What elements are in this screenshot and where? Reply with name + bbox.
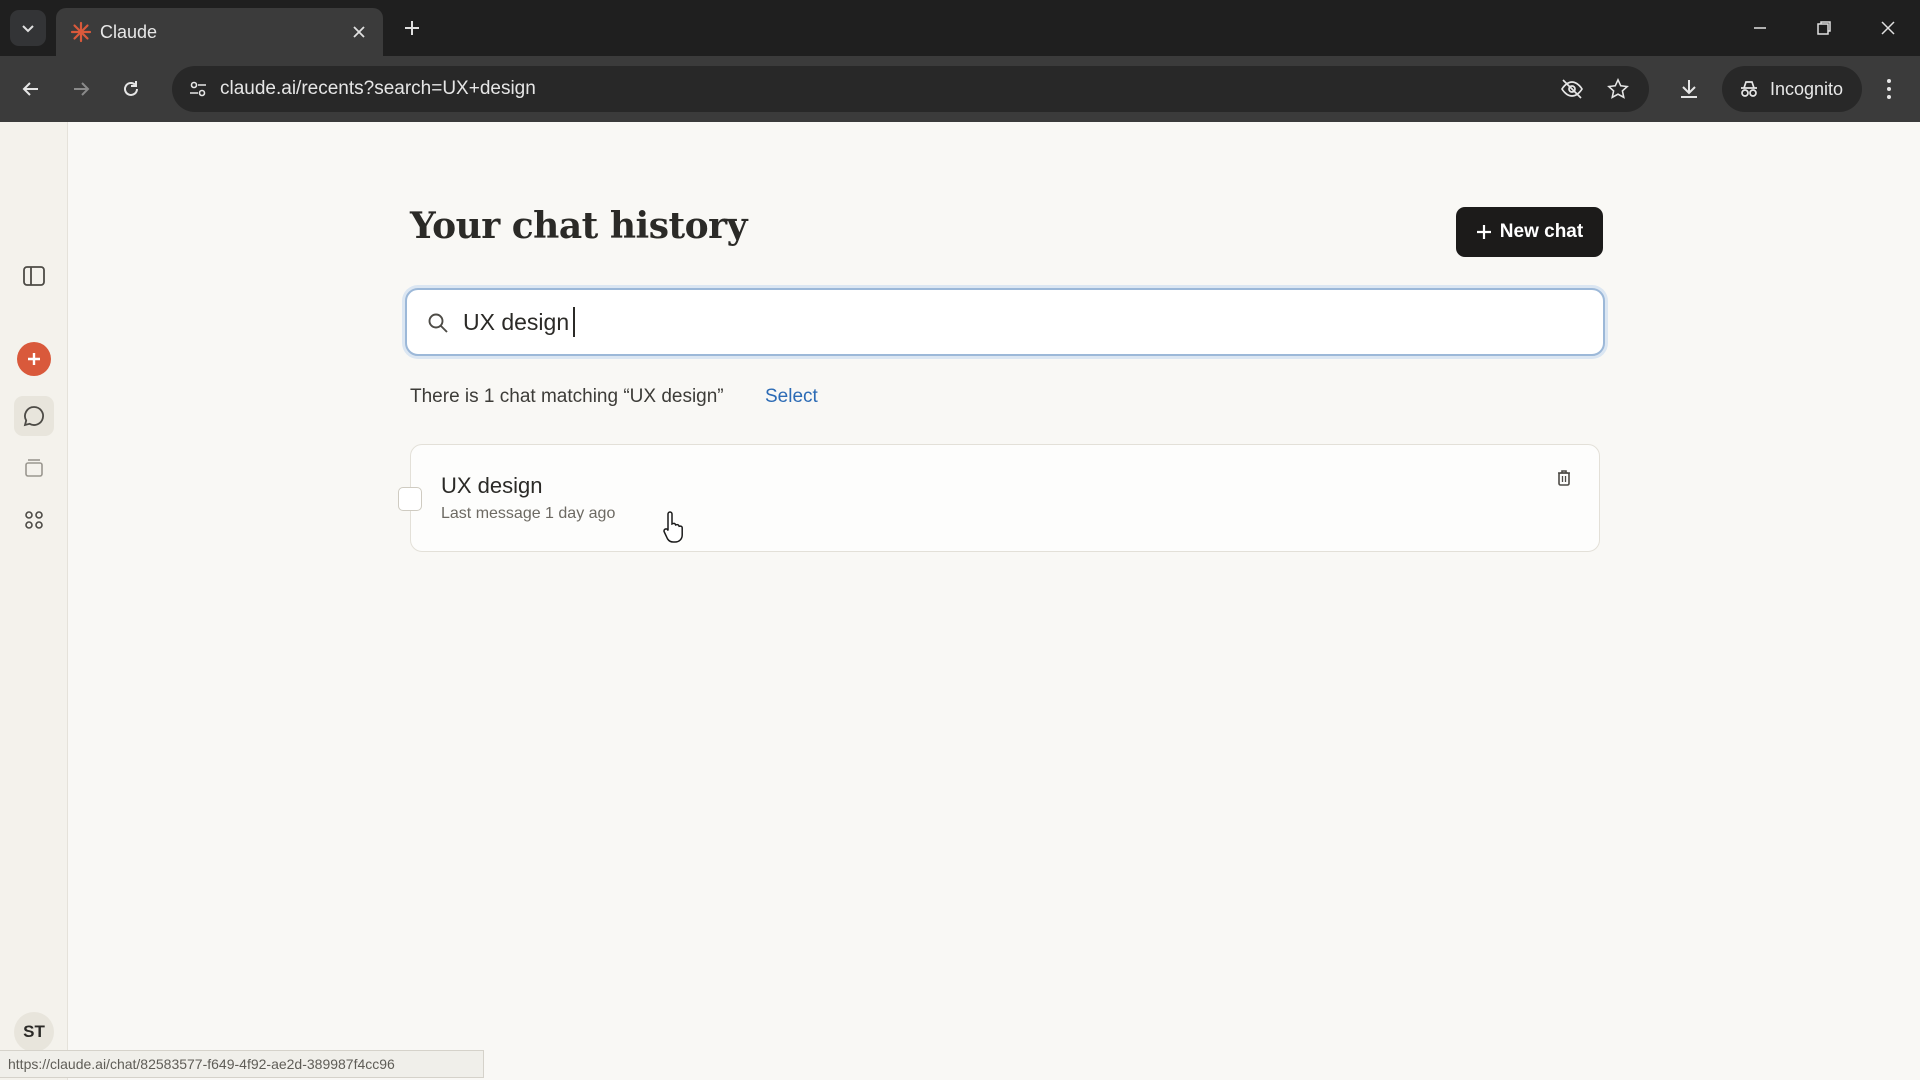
browser-toolbar: claude.ai/recents?search=UX+design Incog… [0,56,1920,122]
app-sidebar: ST [0,122,68,1080]
status-bar-url: https://claude.ai/chat/82583577-f649-4f9… [0,1050,484,1078]
back-arrow-icon[interactable] [14,72,48,106]
browser-menu-icon[interactable] [1872,72,1906,106]
search-icon [428,313,448,333]
new-chat-label: New chat [1499,221,1584,242]
hand-pointer-icon [663,511,683,543]
plus-icon[interactable] [17,342,51,376]
incognito-indicator[interactable]: Incognito [1722,66,1862,112]
avatar[interactable]: ST [14,1012,54,1052]
plus-icon [1476,225,1491,239]
browser-tab[interactable]: Claude [56,8,383,56]
chat-bubble-icon[interactable] [14,396,54,436]
minimize-icon[interactable] [1738,8,1782,48]
search-box[interactable] [405,288,1605,356]
result-title[interactable]: UX design [441,473,543,499]
close-window-icon[interactable] [1866,8,1910,48]
forward-arrow-icon[interactable] [64,72,98,106]
claude-logo-icon [70,21,92,43]
result-meta: Last message 1 day ago [441,505,616,522]
url-text: claude.ai/recents?search=UX+design [220,78,536,99]
eye-off-icon[interactable] [1558,75,1586,103]
new-tab-icon[interactable] [396,12,428,44]
restore-icon[interactable] [1802,8,1846,48]
chevron-down-icon [22,25,34,33]
new-chat-button[interactable]: New chat [1456,207,1603,257]
result-checkbox[interactable] [398,487,422,511]
address-bar[interactable]: claude.ai/recents?search=UX+design [172,66,1649,112]
browser-tab-bar: Claude [0,0,1920,56]
page-title: Your chat history [410,205,747,247]
apps-icon[interactable] [14,500,54,540]
tab-search-button[interactable] [10,10,46,46]
reload-icon[interactable] [114,72,148,106]
select-link[interactable]: Select [765,386,818,408]
bookmark-star-icon[interactable] [1604,75,1632,103]
search-input[interactable] [463,304,1563,340]
download-icon[interactable] [1672,72,1706,106]
sidebar-toggle-icon[interactable] [14,256,54,296]
match-count-text: There is 1 chat matching “UX design” [410,386,724,407]
list-item[interactable]: UX design Last message 1 day ago [398,444,1600,552]
tab-close-icon[interactable] [347,20,371,44]
archive-box-icon[interactable] [14,448,54,488]
site-settings-icon[interactable] [184,75,212,103]
text-caret [573,307,575,337]
incognito-label: Incognito [1770,78,1844,99]
incognito-icon [1741,81,1757,97]
trash-icon[interactable] [1553,467,1575,489]
tab-title: Claude [100,22,158,42]
